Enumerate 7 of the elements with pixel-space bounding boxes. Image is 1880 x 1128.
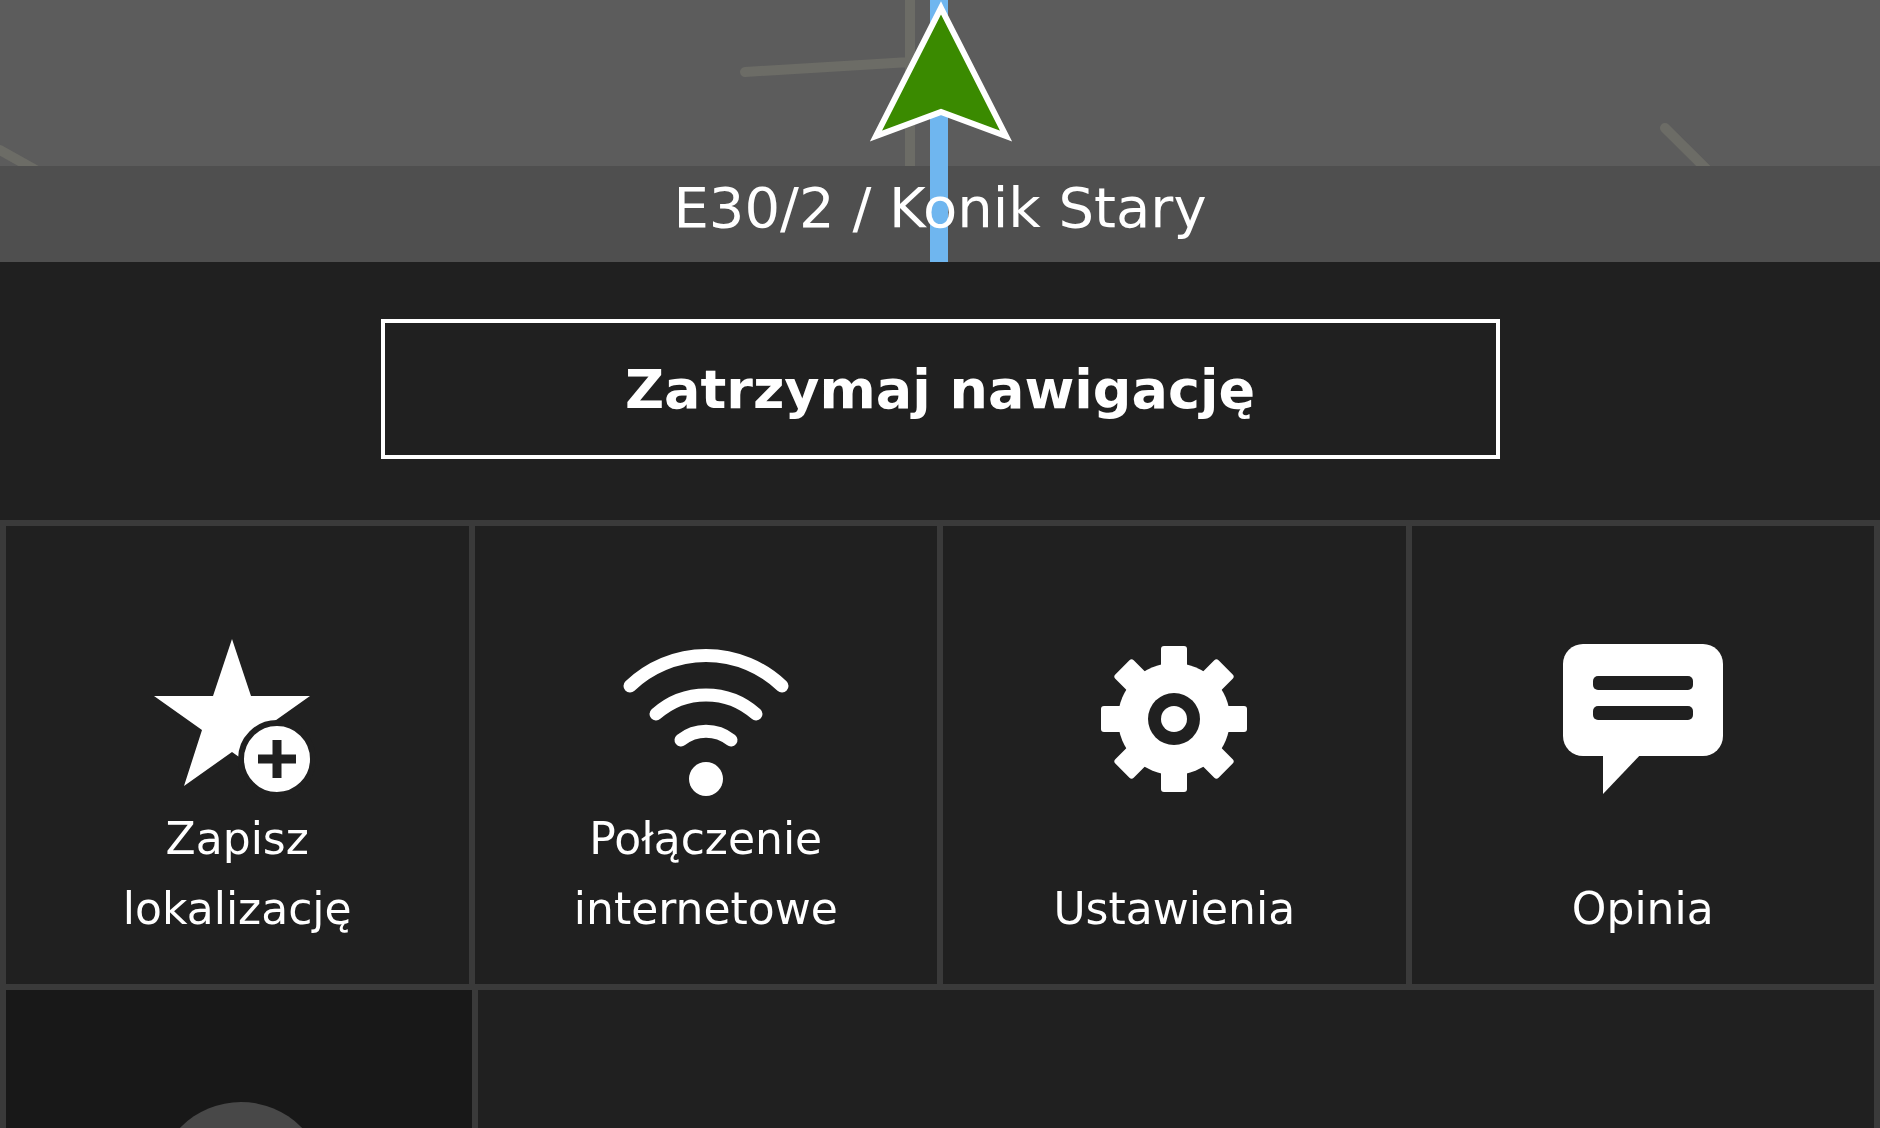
menu-tile[interactable]: Połączenie internetowe [474,526,937,984]
menu-tile[interactable]: Opinia [1411,526,1874,984]
arrow-icon [869,1,1013,142]
tile[interactable] [6,990,472,1128]
menu-tile[interactable]: Ustawienia [943,526,1406,984]
stop-navigation-button[interactable]: Zatrzymaj nawigację [380,319,1500,459]
menu-tile[interactable]: Zapisz lokalizację [6,526,469,984]
